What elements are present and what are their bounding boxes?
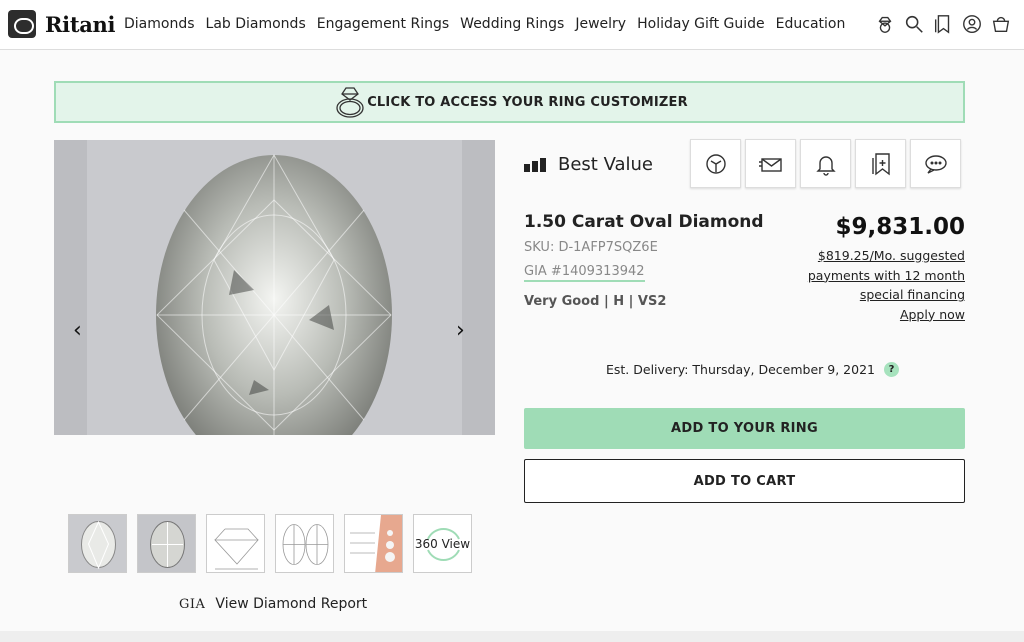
diamond-report-label: View Diamond Report [215, 596, 368, 612]
best-value-badge: Best Value [524, 154, 653, 175]
estimated-delivery: Est. Delivery: Thursday, December 9, 202… [606, 362, 899, 377]
thumbnail-strip: 360 View [68, 514, 482, 573]
financing-line-1[interactable]: $819.25/Mo. suggested [795, 246, 965, 266]
product-title: 1.50 Carat Oval Diamond [524, 212, 764, 232]
cart-icon[interactable] [990, 13, 1012, 35]
email-icon [758, 157, 782, 172]
main-menu: Diamonds Lab Diamonds Engagement Rings W… [124, 16, 856, 32]
best-value-label: Best Value [558, 154, 654, 175]
save-item-button[interactable] [855, 139, 906, 188]
nav-item-education[interactable]: Education [776, 16, 846, 32]
bookmark-add-icon [871, 152, 890, 175]
top-navigation: Ritani Diamonds Lab Diamonds Engagement … [0, 0, 1024, 50]
view-360-label: 360 View [414, 536, 471, 551]
banner-text: CLICK TO ACCESS YOUR RING CUSTOMIZER [367, 94, 688, 110]
delivery-help-icon[interactable]: ? [884, 362, 899, 377]
gallery-prev-button[interactable]: ‹ [73, 318, 82, 343]
gallery-right-panel [462, 140, 495, 435]
add-to-cart-button[interactable]: ADD TO CART [524, 459, 965, 503]
gallery-next-button[interactable]: › [456, 318, 465, 343]
value-bars-icon [524, 157, 548, 172]
bell-icon [815, 155, 836, 176]
thumbnail-diamond-angle[interactable] [137, 514, 196, 573]
product-price: $9,831.00 [835, 214, 966, 240]
oval-diamond-image [156, 153, 392, 435]
ritani-logo[interactable]: Ritani [8, 10, 115, 38]
diamond-grades: Very Good | H | VS2 [524, 294, 667, 309]
diamond-image-gallery[interactable] [54, 140, 495, 435]
brand-name: Ritani [45, 11, 116, 37]
nav-item-jewelry[interactable]: Jewelry [575, 16, 626, 32]
apply-now-link[interactable]: Apply now [795, 305, 965, 325]
view-diamond-report-link[interactable]: GIA View Diamond Report [179, 596, 367, 612]
financing-line-2[interactable]: payments with 12 month [795, 266, 965, 286]
gia-certificate-link[interactable]: GIA #1409313942 [524, 264, 645, 282]
nav-item-wedding-rings[interactable]: Wedding Rings [460, 16, 564, 32]
chat-button[interactable] [910, 139, 961, 188]
add-to-ring-button[interactable]: ADD TO YOUR RING [524, 408, 965, 449]
compare-button[interactable] [690, 139, 741, 188]
ring-icon [336, 87, 364, 118]
financing-info[interactable]: $819.25/Mo. suggested payments with 12 m… [795, 246, 965, 324]
product-action-buttons [690, 139, 965, 188]
nav-item-engagement-rings[interactable]: Engagement Rings [317, 16, 449, 32]
saved-items-icon[interactable] [932, 13, 954, 35]
nav-icon-group [874, 13, 1019, 35]
nav-item-holiday-gift-guide[interactable]: Holiday Gift Guide [637, 16, 765, 32]
thumbnail-360-view[interactable]: 360 View [413, 514, 472, 573]
email-button[interactable] [745, 139, 796, 188]
gallery-left-panel [54, 140, 87, 435]
thumbnail-size-on-hand[interactable] [344, 514, 403, 573]
nav-item-diamonds[interactable]: Diamonds [124, 16, 195, 32]
delivery-text: Est. Delivery: Thursday, December 9, 202… [606, 362, 875, 377]
thumbnail-proportions-diagram[interactable] [206, 514, 265, 573]
gia-logo: GIA [179, 596, 206, 612]
ring-customizer-banner[interactable]: CLICK TO ACCESS YOUR RING CUSTOMIZER [54, 81, 965, 123]
compare-icon [705, 153, 726, 174]
thumbnail-facet-diagram[interactable] [275, 514, 334, 573]
brand-mark-icon [8, 10, 36, 38]
financing-line-3[interactable]: special financing [795, 285, 965, 305]
page-footer-edge [0, 631, 1024, 642]
chat-icon [924, 154, 947, 174]
search-icon[interactable] [903, 13, 925, 35]
product-sku: SKU: D-1AFP7SQZ6E [524, 240, 658, 255]
thumbnail-diamond-front[interactable] [68, 514, 127, 573]
ring-builder-icon[interactable] [874, 13, 896, 35]
price-alert-button[interactable] [800, 139, 851, 188]
nav-item-lab-diamonds[interactable]: Lab Diamonds [206, 16, 306, 32]
account-icon[interactable] [961, 13, 983, 35]
